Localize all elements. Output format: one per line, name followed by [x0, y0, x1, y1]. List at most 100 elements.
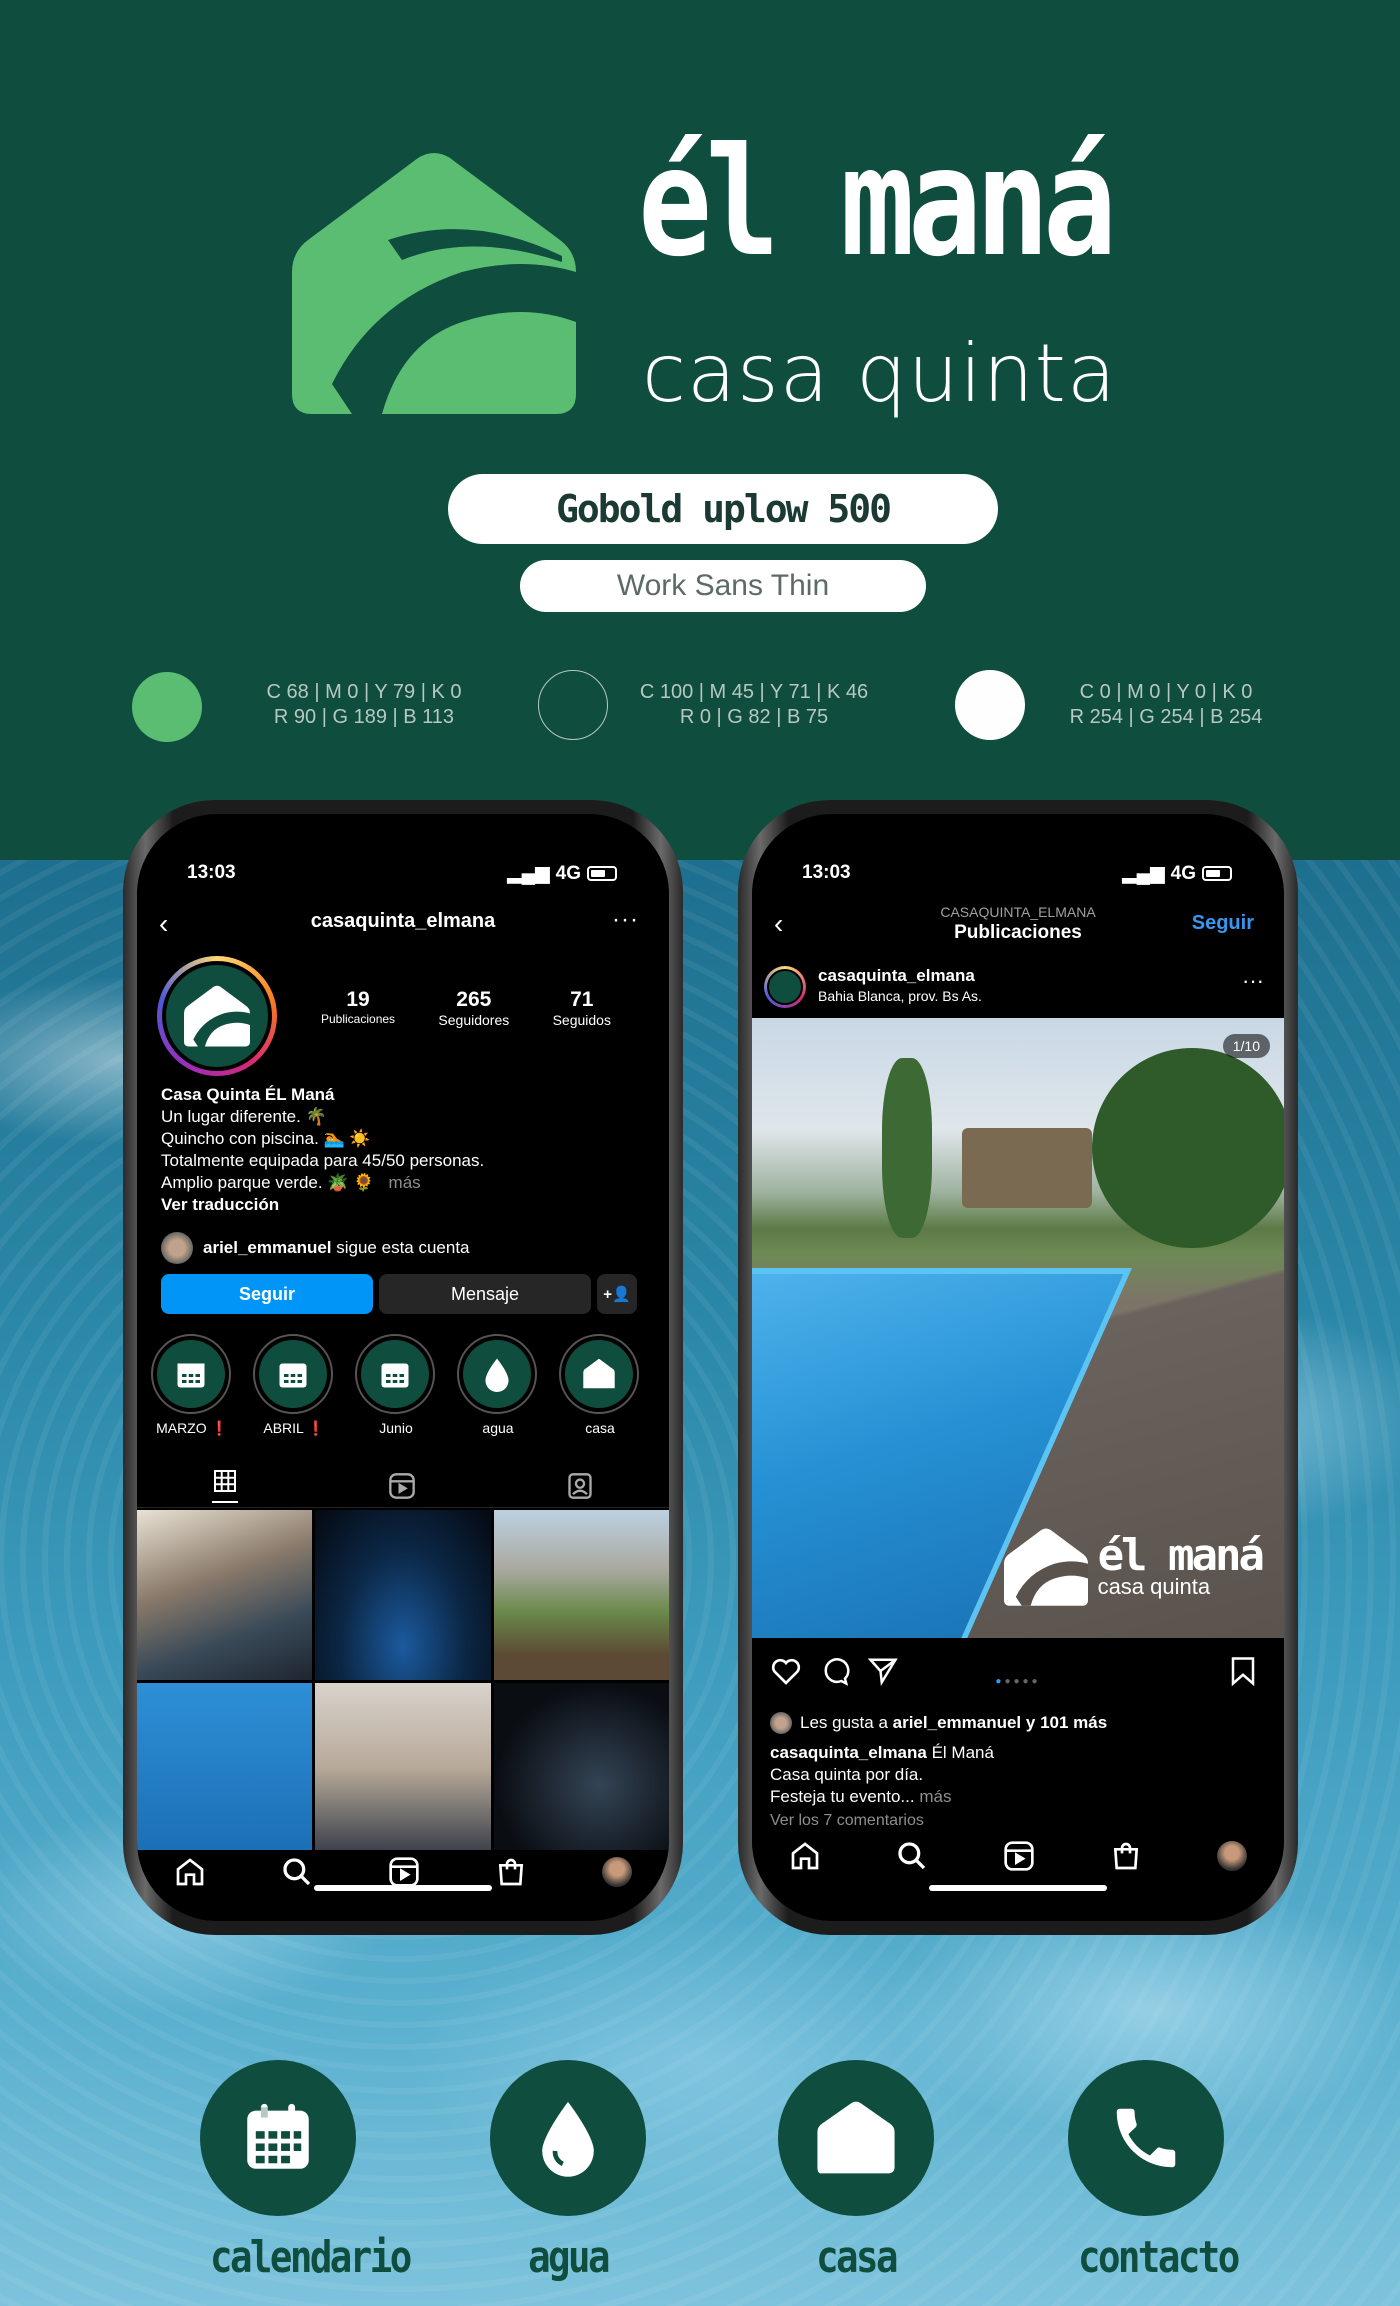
caption-more-link[interactable]: más	[919, 1787, 951, 1806]
stat-following[interactable]: 71 Seguidos	[553, 988, 611, 1028]
dark-swatch-values: C 100 | M 45 | Y 71 | K 46 R 0 | G 82 | …	[639, 681, 869, 728]
casa-item: casa	[776, 2060, 936, 2283]
highlight-agua[interactable]: agua	[457, 1334, 539, 1437]
status-bar: 13:03 ▂▄▆ 4G	[137, 862, 669, 892]
notch	[911, 814, 1125, 848]
grid-post[interactable]	[493, 1510, 669, 1680]
calendario-label: calendario	[210, 2232, 412, 2283]
stat-followers[interactable]: 265 Seguidores	[438, 988, 509, 1028]
phone-profile-screen: 13:03 ▂▄▆ 4G ‹ casaquinta_elmana ··· 19 P…	[137, 814, 669, 1921]
profile-username: casaquinta_elmana	[310, 910, 496, 932]
phone-post: 13:03 ▂▄▆ 4G ‹ CASAQUINTA_ELMANA Publica…	[738, 800, 1298, 1935]
follow-button[interactable]: Seguir	[161, 1274, 373, 1314]
agua-item: agua	[488, 2060, 648, 2283]
calendar-icon	[247, 2103, 309, 2169]
shop-icon[interactable]	[1110, 1840, 1142, 1872]
translate-link[interactable]: Ver traducción	[161, 1195, 279, 1214]
secondary-font-pill: Work Sans Thin	[520, 560, 926, 612]
highlight-casa[interactable]: casa	[559, 1334, 641, 1437]
signal-icon: ▂▄▆	[1121, 863, 1165, 884]
highlight-abril[interactable]: ABRIL ❗	[253, 1334, 335, 1437]
notch	[296, 814, 510, 848]
carousel-dots: ●●●●●	[995, 1676, 1041, 1687]
grid-post[interactable]	[315, 1510, 491, 1680]
bio-more-link[interactable]: más	[389, 1173, 421, 1192]
network-label: 4G	[555, 862, 581, 884]
liker-avatar	[770, 1712, 792, 1734]
search-icon[interactable]	[896, 1840, 928, 1872]
add-user-icon[interactable]: +👤	[597, 1274, 637, 1314]
post-avatar[interactable]	[764, 966, 806, 1008]
dark-swatch	[538, 670, 608, 740]
reels-tab-icon[interactable]	[388, 1472, 416, 1500]
message-button[interactable]: Mensaje	[379, 1274, 591, 1314]
follow-link[interactable]: Seguir	[1192, 912, 1254, 935]
watermark-logo-icon	[1003, 1528, 1088, 1606]
tagged-tab-icon[interactable]	[566, 1472, 594, 1500]
logo-mark-icon	[292, 153, 576, 414]
status-bar: 13:03 ▂▄▆ 4G	[752, 862, 1284, 892]
profile-nav-avatar[interactable]	[1216, 1841, 1247, 1871]
search-icon[interactable]	[281, 1856, 313, 1888]
shop-icon[interactable]	[495, 1856, 527, 1888]
post-grid	[137, 1510, 669, 1853]
more-options-icon[interactable]: ···	[1242, 968, 1264, 994]
bottom-nav	[752, 1834, 1284, 1878]
profile-nav-avatar[interactable]	[601, 1857, 632, 1887]
phone-post-screen: 13:03 ▂▄▆ 4G ‹ CASAQUINTA_ELMANA Publica…	[752, 814, 1284, 1921]
profile-actions: Seguir Mensaje +👤	[161, 1274, 637, 1314]
drop-icon	[542, 2101, 594, 2177]
white-swatch-values: C 0 | M 0 | Y 0 | K 0 R 254 | G 254 | B …	[1069, 681, 1263, 728]
post-header: casaquinta_elmana Bahia Blanca, prov. Bs…	[764, 964, 1264, 1010]
grid-post[interactable]	[315, 1683, 491, 1853]
contacto-label: contacto	[1078, 2232, 1240, 2283]
post-page-header: ‹ CASAQUINTA_ELMANA Publicaciones Seguir	[752, 900, 1284, 950]
highlight-marzo[interactable]: MARZO ❗	[151, 1334, 233, 1437]
calendar-icon	[177, 1363, 205, 1388]
signal-icon: ▂▄▆	[506, 863, 550, 884]
view-comments-link[interactable]: Ver los 7 comentarios	[770, 1812, 924, 1830]
stat-posts[interactable]: 19 Publicaciones	[321, 988, 395, 1028]
tree-shape	[962, 1128, 1092, 1208]
highlight-junio[interactable]: Junio	[355, 1334, 437, 1437]
network-label: 4G	[1170, 862, 1196, 884]
post-username[interactable]: casaquinta_elmana	[818, 966, 975, 986]
battery-icon	[1202, 866, 1232, 881]
image-counter: 1/10	[1222, 1034, 1270, 1058]
agua-label: agua	[528, 2232, 610, 2283]
likes-line[interactable]: Les gusta a ariel_emmanuel y 101 más	[770, 1712, 1107, 1734]
reels-icon[interactable]	[388, 1856, 420, 1888]
white-swatch	[955, 670, 1025, 740]
home-indicator	[929, 1885, 1107, 1891]
post-location[interactable]: Bahia Blanca, prov. Bs As.	[818, 988, 982, 1004]
brand-tagline: casa quinta	[642, 327, 1117, 420]
grid-post[interactable]	[493, 1683, 669, 1853]
phone-profile: 13:03 ▂▄▆ 4G ‹ casaquinta_elmana ··· 19 P…	[123, 800, 683, 1935]
photo-watermark: él maná casa quinta	[1003, 1528, 1265, 1606]
tree-shape	[1092, 1048, 1284, 1248]
more-options-icon[interactable]: ···	[612, 906, 639, 934]
battery-icon	[587, 866, 617, 881]
profile-tabs	[137, 1464, 669, 1508]
home-icon[interactable]	[789, 1840, 821, 1872]
calendario-item: calendario	[198, 2060, 412, 2283]
phone-icon	[1116, 2108, 1176, 2168]
grid-post[interactable]	[137, 1510, 313, 1680]
tree-shape	[882, 1058, 932, 1238]
caption-username[interactable]: casaquinta_elmana	[770, 1743, 927, 1762]
house-icon	[583, 1359, 615, 1389]
green-swatch-values: C 68 | M 0 | Y 79 | K 0 R 90 | G 189 | B…	[266, 681, 462, 728]
post-image[interactable]: 1/10 él maná casa quinta	[752, 1018, 1284, 1638]
grid-tab-icon[interactable]	[212, 1469, 238, 1503]
home-icon[interactable]	[174, 1856, 206, 1888]
profile-stats: 19 Publicaciones 265 Seguidores 71 Seguidos	[321, 988, 611, 1028]
follower-avatar	[161, 1232, 193, 1264]
followed-by[interactable]: ariel_emmanuel sigue esta cuenta	[161, 1232, 470, 1264]
primary-font-pill: Gobold uplow 500	[448, 474, 998, 544]
status-time: 13:03	[187, 862, 236, 883]
profile-header: ‹ casaquinta_elmana ···	[137, 902, 669, 942]
grid-post[interactable]	[137, 1683, 313, 1853]
reels-icon[interactable]	[1003, 1840, 1035, 1872]
home-indicator	[314, 1885, 492, 1891]
profile-avatar[interactable]	[157, 956, 277, 1076]
